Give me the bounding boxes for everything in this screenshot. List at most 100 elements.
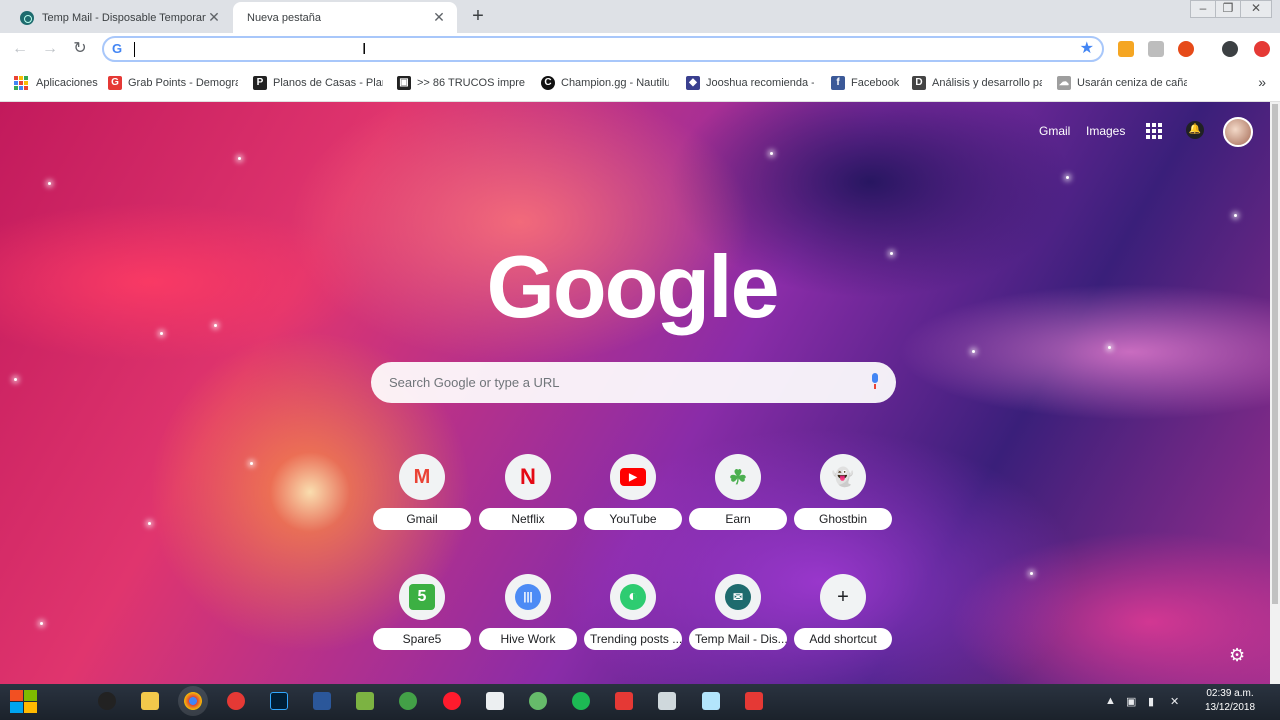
tray-device-icon[interactable]: ▣ <box>1126 695 1136 708</box>
restore-button[interactable]: ❐ <box>1215 0 1241 18</box>
bookmark-star-icon[interactable]: ★ <box>1080 38 1094 58</box>
taskbar-app-icon[interactable] <box>615 692 633 710</box>
google-apps-icon[interactable] <box>1146 123 1162 139</box>
shortcut-gmail[interactable]: M Gmail <box>373 454 471 544</box>
taskbar-app-icon[interactable] <box>529 692 547 710</box>
shortcut-trending-posts[interactable]: ◐ Trending posts ... <box>584 574 682 664</box>
shortcut-icon-circle: M <box>399 454 445 500</box>
volume-muted-icon[interactable]: ✕ <box>1170 695 1179 708</box>
bookmark-item[interactable]: f Facebook <box>831 76 911 90</box>
reload-button[interactable]: ↻ <box>70 39 90 59</box>
bookmark-item[interactable]: G Grab Points - Demogra <box>108 76 238 90</box>
shortcut-spare5[interactable]: 5 Spare5 <box>373 574 471 664</box>
shortcut-label: Hive Work <box>479 628 577 650</box>
sparkle <box>148 522 151 525</box>
omnibox[interactable]: G ★ <box>102 36 1104 62</box>
windows-start-icon[interactable] <box>8 689 40 715</box>
shortcut-label: Add shortcut <box>794 628 892 650</box>
clock-time: 02:39 a.m. <box>1206 688 1254 699</box>
photoshop-icon[interactable] <box>270 692 288 710</box>
toolbar: ← → ↻ G ★ I <box>0 33 1280 65</box>
minimize-button[interactable]: – <box>1190 0 1216 18</box>
close-window-button[interactable]: ✕ <box>1240 0 1272 18</box>
network-icon[interactable]: ▮ <box>1148 695 1154 708</box>
sparkle <box>40 622 43 625</box>
hive-work-icon: ||| <box>515 584 541 610</box>
jooshua-icon: ◆ <box>686 76 700 90</box>
taskbar-app-icon[interactable] <box>313 692 331 710</box>
shortcut-icon-circle: ||| <box>505 574 551 620</box>
file-explorer-icon[interactable] <box>141 692 159 710</box>
chrome-icon[interactable] <box>184 692 202 710</box>
new-tab-button[interactable]: + <box>466 6 490 28</box>
shortcut-icon-circle: + <box>820 574 866 620</box>
customize-gear-icon[interactable]: ⚙ <box>1229 645 1245 666</box>
back-button[interactable]: ← <box>10 39 30 59</box>
opera-icon[interactable] <box>443 692 461 710</box>
shortcut-label: Earn <box>689 508 787 530</box>
extension-icon[interactable] <box>1254 41 1270 57</box>
shortcut-add[interactable]: + Add shortcut <box>794 574 892 664</box>
taskbar-app-icon[interactable] <box>356 692 374 710</box>
microphone-icon[interactable] <box>870 373 880 389</box>
grab-points-icon: G <box>108 76 122 90</box>
shortcut-icon-circle: ▶ <box>610 454 656 500</box>
bookmark-apps[interactable]: Aplicaciones <box>14 76 98 90</box>
tab-temp-mail[interactable]: Temp Mail - Disposable Temporary E ✕ <box>6 2 232 33</box>
profile-avatar[interactable] <box>1223 117 1253 147</box>
search-placeholder: Search Google or type a URL <box>389 375 560 390</box>
bookmarks-overflow-button[interactable]: » <box>1258 74 1266 90</box>
shortcut-label: Spare5 <box>373 628 471 650</box>
bookmark-label: Aplicaciones <box>36 77 98 89</box>
bookmark-item[interactable]: D Análisis y desarrollo pa <box>912 76 1042 90</box>
scrollbar[interactable] <box>1270 102 1280 684</box>
taskbar-app-icon[interactable] <box>399 692 417 710</box>
close-tab-icon[interactable]: ✕ <box>206 9 222 26</box>
spare5-icon: 5 <box>409 584 435 610</box>
system-clock[interactable]: 02:39 a.m. 13/12/2018 <box>1190 687 1270 715</box>
sparkle <box>160 332 163 335</box>
bookmark-label: Planos de Casas - Plano <box>273 77 383 89</box>
shortcut-netflix[interactable]: N Netflix <box>479 454 577 544</box>
temp-mail-favicon-icon <box>20 10 34 25</box>
shortcut-icon-circle: ◐ <box>610 574 656 620</box>
ntp-search-box[interactable]: Search Google or type a URL <box>371 362 896 403</box>
shortcut-earn[interactable]: ☘ Earn <box>689 454 787 544</box>
spotify-icon[interactable] <box>572 692 590 710</box>
shortcut-label: Netflix <box>479 508 577 530</box>
tab-new-tab[interactable]: Nueva pestaña ✕ <box>233 2 457 33</box>
bookmark-item[interactable]: P Planos de Casas - Plano <box>253 76 383 90</box>
shortcut-temp-mail[interactable]: ✉ Temp Mail - Dis... <box>689 574 787 664</box>
taskbar-app-icon[interactable] <box>227 692 245 710</box>
bookmark-item[interactable]: C Champion.gg - Nautilu <box>541 76 669 90</box>
shortcut-ghostbin[interactable]: 👻 Ghostbin <box>794 454 892 544</box>
notifications-bell-icon[interactable]: 🔔 <box>1186 121 1204 139</box>
extension-icon[interactable] <box>1222 41 1238 57</box>
close-tab-icon[interactable]: ✕ <box>431 9 447 26</box>
bookmark-item[interactable]: ◆ Jooshua recomienda - <box>686 76 814 90</box>
shortcut-hive-work[interactable]: ||| Hive Work <box>479 574 577 664</box>
images-link[interactable]: Images <box>1086 124 1125 138</box>
shortcut-icon-circle: ✉ <box>715 574 761 620</box>
shortcut-youtube[interactable]: ▶ YouTube <box>584 454 682 544</box>
gmail-link[interactable]: Gmail <box>1039 124 1070 138</box>
new-tab-page: Gmail Images 🔔 Google Search Google or t… <box>0 102 1270 684</box>
ghostbin-icon: 👻 <box>831 466 855 487</box>
shortcut-label: Ghostbin <box>794 508 892 530</box>
taskbar-app-icon[interactable] <box>702 692 720 710</box>
taskbar-app-icon[interactable] <box>745 692 763 710</box>
sparkle <box>48 182 51 185</box>
tray-expand-icon[interactable]: ▲ <box>1105 695 1116 707</box>
shortcut-label: Gmail <box>373 508 471 530</box>
obs-icon[interactable] <box>98 692 116 710</box>
bookmark-item[interactable]: ▣ >> 86 TRUCOS impresc <box>397 76 525 90</box>
taskbar-app-icon[interactable] <box>658 692 676 710</box>
shortcut-icon-circle: 5 <box>399 574 445 620</box>
bookmark-label: Jooshua recomienda - <box>706 77 814 89</box>
extension-icon[interactable] <box>1148 41 1164 57</box>
extension-icon[interactable] <box>1178 41 1194 57</box>
download-extension-icon[interactable] <box>1118 41 1134 57</box>
calculator-icon[interactable] <box>486 692 504 710</box>
bookmark-item[interactable]: ☁ Usarán ceniza de caña <box>1057 76 1187 90</box>
forward-button[interactable]: → <box>40 39 60 59</box>
